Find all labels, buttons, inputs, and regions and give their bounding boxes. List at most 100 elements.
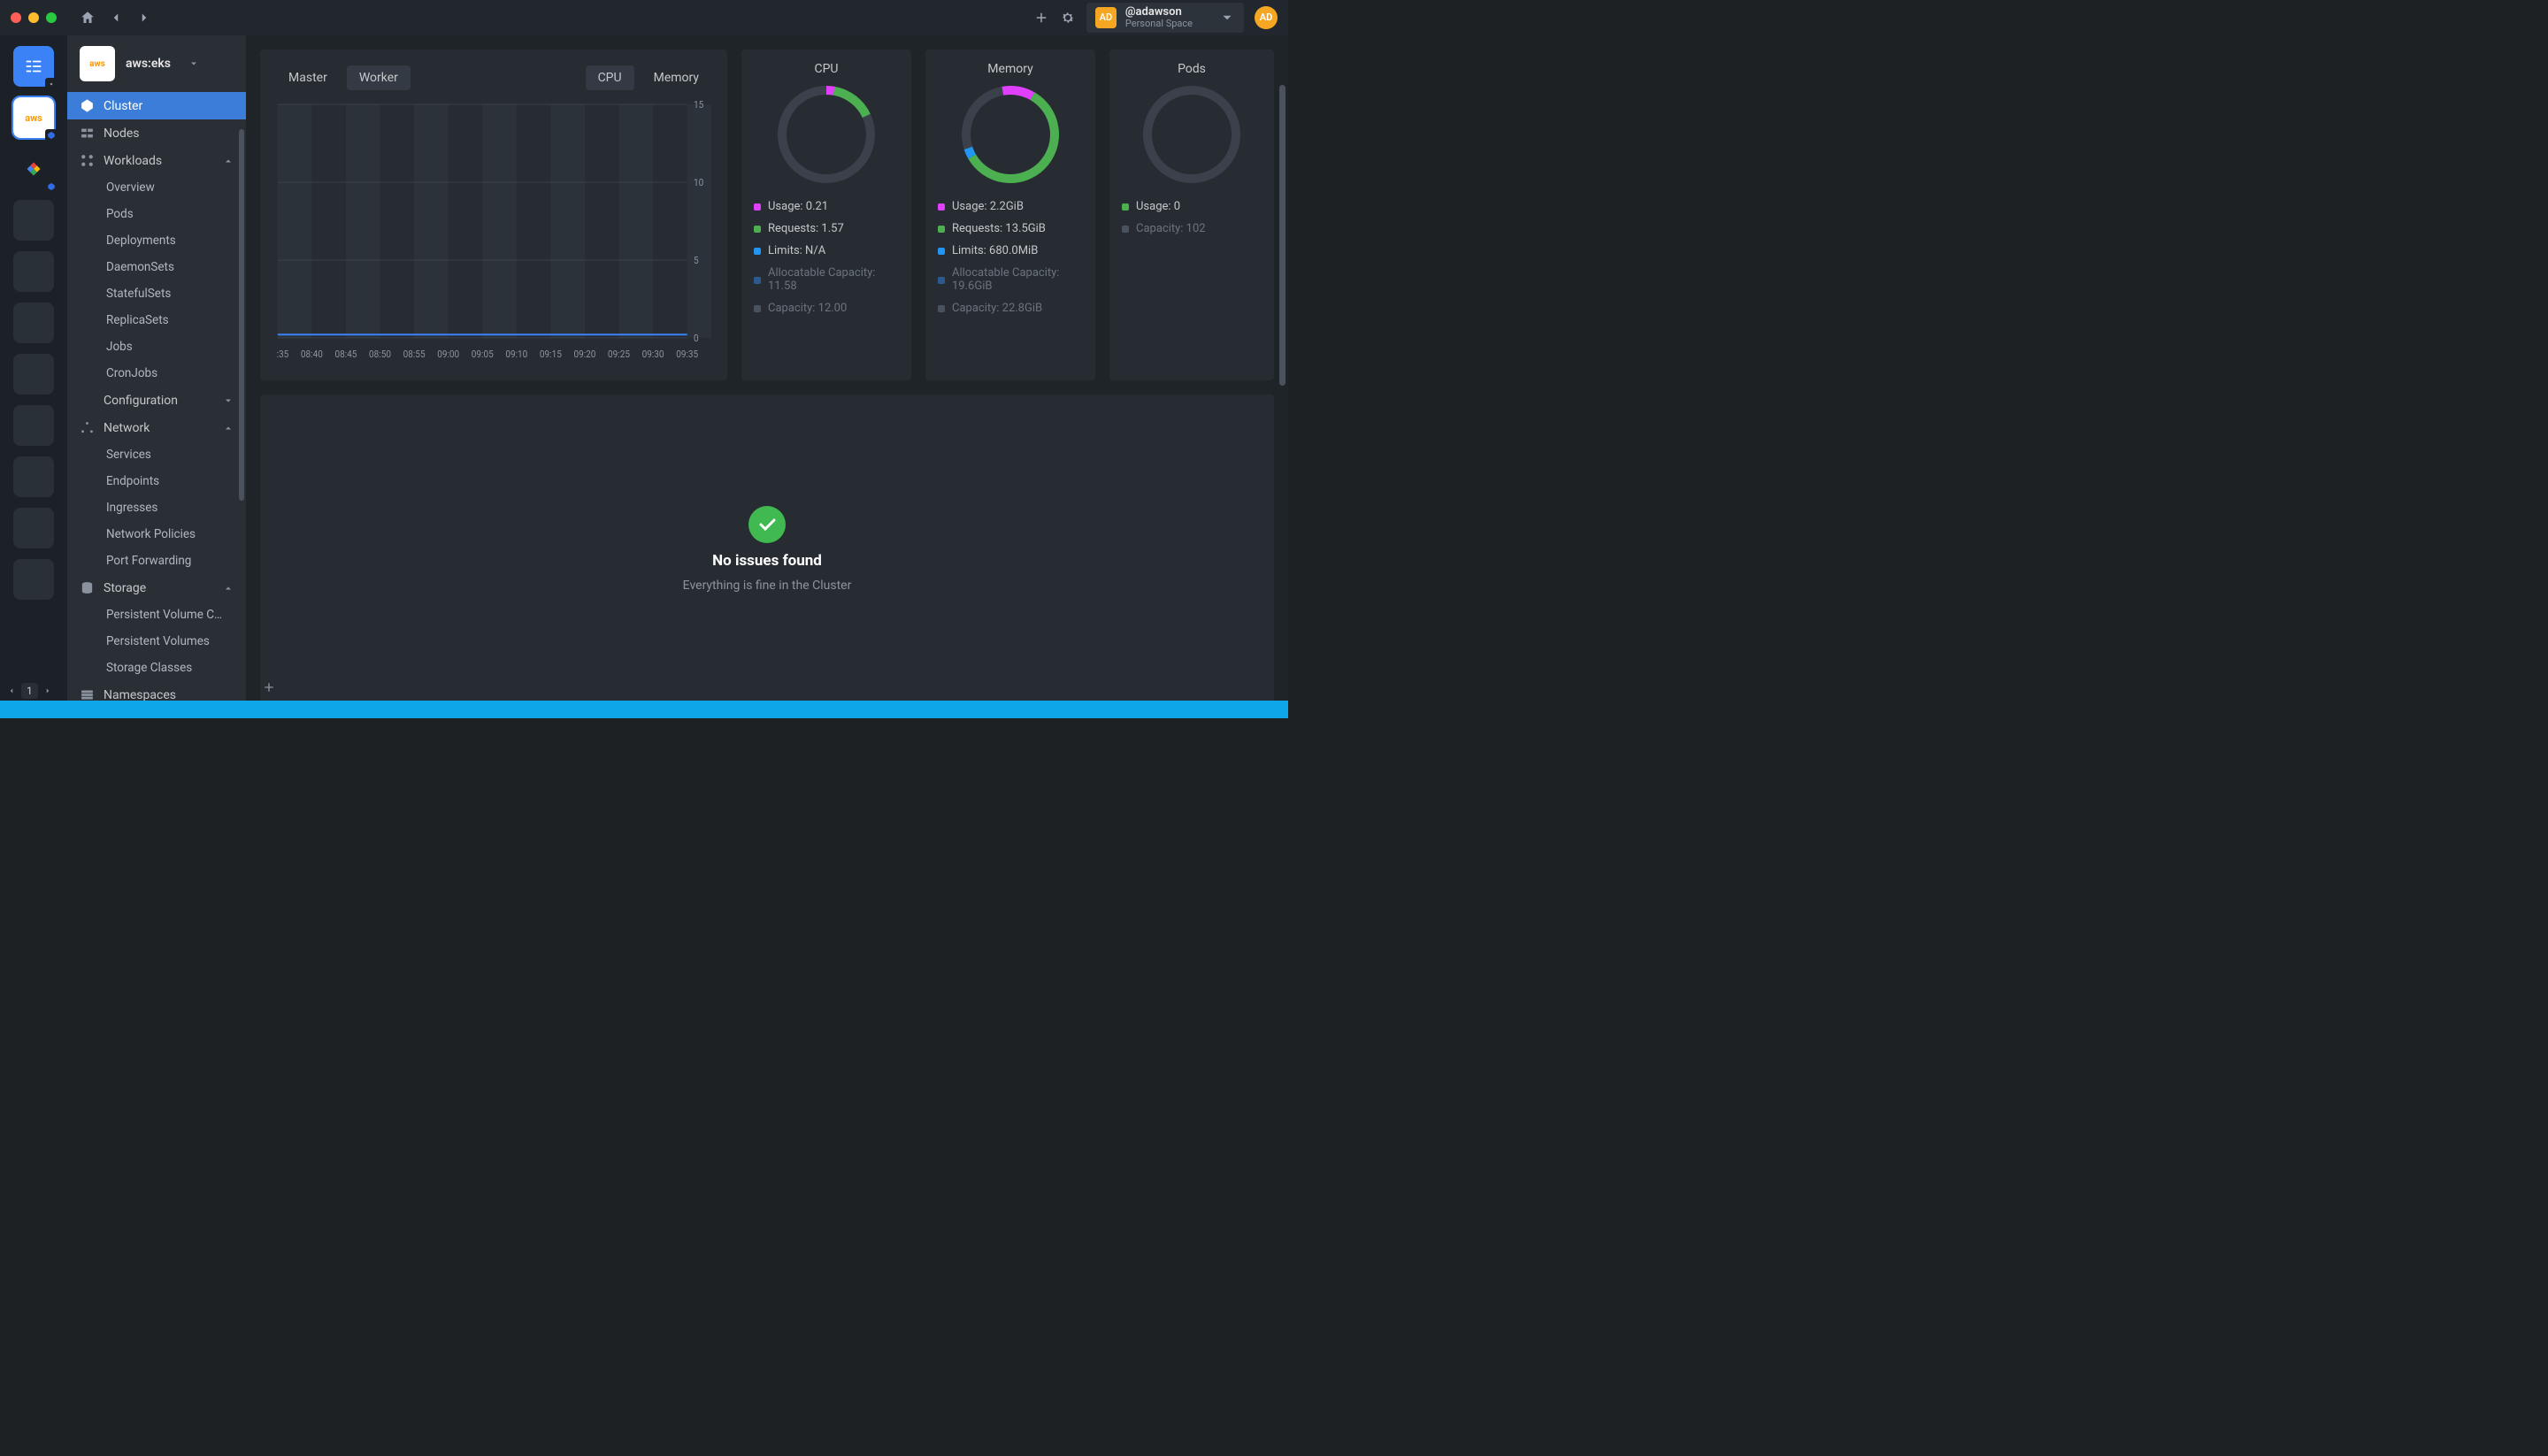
svg-text:0: 0 bbox=[694, 333, 699, 345]
legend-dot bbox=[938, 305, 945, 312]
rail-placeholder[interactable] bbox=[13, 200, 54, 241]
sidebar-item-ingresses[interactable]: Ingresses bbox=[67, 494, 246, 521]
rail-placeholder[interactable] bbox=[13, 303, 54, 343]
svg-text:09:15: 09:15 bbox=[540, 349, 562, 361]
sidebar-item-port-forwarding[interactable]: Port Forwarding bbox=[67, 548, 246, 574]
user-menu[interactable]: AD @adawson Personal Space bbox=[1086, 3, 1244, 33]
tab-node-worker[interactable]: Worker bbox=[347, 65, 411, 90]
home-icon[interactable] bbox=[80, 10, 96, 26]
sidebar-item-label: Overview bbox=[106, 180, 155, 195]
cluster-name: aws:eks bbox=[126, 57, 171, 71]
chevron-up-icon bbox=[223, 583, 234, 594]
rail-catalog[interactable] bbox=[13, 46, 54, 87]
legend-label: Capacity: 22.8GiB bbox=[952, 302, 1042, 315]
sidebar-item-label: Deployments bbox=[106, 234, 176, 248]
gauge-title: Pods bbox=[1122, 62, 1262, 76]
forward-icon[interactable] bbox=[136, 10, 152, 26]
tab-metric-cpu[interactable]: CPU bbox=[586, 65, 634, 90]
sidebar-item-pods[interactable]: Pods bbox=[67, 201, 246, 227]
metric-tabs: CPU Memory bbox=[586, 65, 711, 90]
close-window-button[interactable] bbox=[11, 12, 21, 23]
gauge-title: CPU bbox=[754, 62, 899, 76]
pager-next-icon[interactable] bbox=[43, 686, 52, 695]
sidebar-item-label: Nodes bbox=[104, 126, 140, 141]
gauge-title: Memory bbox=[938, 62, 1083, 76]
sidebar-nav: Cluster Nodes Workloads Overview Pods Deploym… bbox=[67, 92, 246, 718]
legend-label: Allocatable Capacity: 19.6GiB bbox=[952, 266, 1083, 293]
gauge-ring bbox=[1122, 81, 1262, 188]
user-text: @adawson Personal Space bbox=[1125, 6, 1193, 29]
sidebar-item-endpoints[interactable]: Endpoints bbox=[67, 468, 246, 494]
legend-dot bbox=[754, 277, 761, 284]
rail-placeholder[interactable] bbox=[13, 559, 54, 600]
rail-placeholder[interactable] bbox=[13, 405, 54, 446]
k8s-badge-icon bbox=[45, 180, 58, 193]
sidebar-item-services[interactable]: Services bbox=[67, 441, 246, 468]
legend-label: Usage: 0.21 bbox=[768, 200, 828, 213]
sidebar-item-label: Ingresses bbox=[106, 501, 157, 515]
titlebar: AD @adawson Personal Space AD bbox=[0, 0, 1288, 35]
sidebar-item-label: Services bbox=[106, 448, 151, 462]
legend-row: Usage: 2.2GiB bbox=[938, 200, 1083, 213]
sidebar-item-overview[interactable]: Overview bbox=[67, 174, 246, 201]
add-terminal-icon[interactable] bbox=[262, 680, 276, 694]
tab-metric-memory[interactable]: Memory bbox=[641, 65, 711, 90]
legend-label: Requests: 13.5GiB bbox=[952, 222, 1046, 235]
svg-text:09:25: 09:25 bbox=[608, 349, 630, 361]
svg-text:09:20: 09:20 bbox=[573, 349, 595, 361]
rail-cluster-aws-active[interactable]: aws bbox=[13, 97, 54, 138]
sidebar-item-configuration[interactable]: Configuration bbox=[67, 387, 246, 414]
sidebar-item-replicasets[interactable]: ReplicaSets bbox=[67, 307, 246, 333]
sidebar-item-storage[interactable]: Storage bbox=[67, 574, 246, 602]
sidebar-item-label: Workloads bbox=[104, 154, 162, 168]
pager-prev-icon[interactable] bbox=[7, 686, 16, 695]
sidebar-item-workloads[interactable]: Workloads bbox=[67, 147, 246, 174]
cluster-switcher[interactable]: aws aws:eks bbox=[67, 35, 246, 92]
sidebar-item-label: Cluster bbox=[104, 99, 142, 113]
sidebar-item-label: StatefulSets bbox=[106, 287, 171, 301]
gauge-row: CPU Usage: 0.21Requests: 1.57Limits: N/A… bbox=[741, 50, 1274, 380]
sidebar-item-jobs[interactable]: Jobs bbox=[67, 333, 246, 360]
sidebar-item-nodes[interactable]: Nodes bbox=[67, 119, 246, 147]
gear-icon[interactable] bbox=[1060, 10, 1076, 26]
user-handle: @adawson bbox=[1125, 6, 1193, 19]
sidebar-item-cronjobs[interactable]: CronJobs bbox=[67, 360, 246, 387]
sidebar-item-network-policies[interactable]: Network Policies bbox=[67, 521, 246, 548]
avatar-round[interactable]: AD bbox=[1255, 6, 1278, 29]
sidebar-item-network[interactable]: Network bbox=[67, 414, 246, 441]
legend-label: Capacity: 12.00 bbox=[768, 302, 847, 315]
sidebar-scrollbar[interactable] bbox=[239, 129, 244, 660]
minimize-window-button[interactable] bbox=[28, 12, 39, 23]
add-icon[interactable] bbox=[1033, 10, 1049, 26]
sidebar-item-cluster[interactable]: Cluster bbox=[67, 92, 246, 119]
rail-placeholder[interactable] bbox=[13, 508, 54, 548]
sidebar-item-persistent-volumes[interactable]: Persistent Volumes bbox=[67, 628, 246, 655]
svg-text:09:05: 09:05 bbox=[472, 349, 494, 361]
pager-number[interactable]: 1 bbox=[21, 683, 38, 699]
tab-node-master[interactable]: Master bbox=[276, 65, 340, 90]
rail-placeholder[interactable] bbox=[13, 456, 54, 497]
content: MasterWorker CPUMemory 05101508:3508:400… bbox=[246, 35, 1288, 718]
sidebar-item-statefulsets[interactable]: StatefulSets bbox=[67, 280, 246, 307]
svg-text:09:30: 09:30 bbox=[642, 349, 664, 361]
sidebar-item-daemonsets[interactable]: DaemonSets bbox=[67, 254, 246, 280]
rail-placeholder[interactable] bbox=[13, 251, 54, 292]
gauge-ring bbox=[938, 81, 1083, 188]
gear-badge-icon bbox=[45, 78, 58, 90]
sidebar-item-storage-classes[interactable]: Storage Classes bbox=[67, 655, 246, 681]
back-icon[interactable] bbox=[108, 10, 124, 26]
content-scrollbar[interactable] bbox=[1279, 85, 1286, 403]
sidebar-item-deployments[interactable]: Deployments bbox=[67, 227, 246, 254]
check-icon bbox=[748, 506, 786, 543]
maximize-window-button[interactable] bbox=[46, 12, 57, 23]
legend-dot bbox=[754, 305, 761, 312]
sidebar-item-label: DaemonSets bbox=[106, 260, 174, 274]
svg-text:08:55: 08:55 bbox=[403, 349, 426, 361]
legend-label: Allocatable Capacity: 11.58 bbox=[768, 266, 899, 293]
chevron-up-icon bbox=[223, 156, 234, 166]
sidebar-item-label: Jobs bbox=[106, 340, 133, 354]
legend-row: Usage: 0 bbox=[1122, 200, 1262, 213]
rail-cluster-gcp[interactable] bbox=[13, 149, 54, 189]
sidebar-item-persistent-volume-c-[interactable]: Persistent Volume C… bbox=[67, 602, 246, 628]
rail-placeholder[interactable] bbox=[13, 354, 54, 395]
